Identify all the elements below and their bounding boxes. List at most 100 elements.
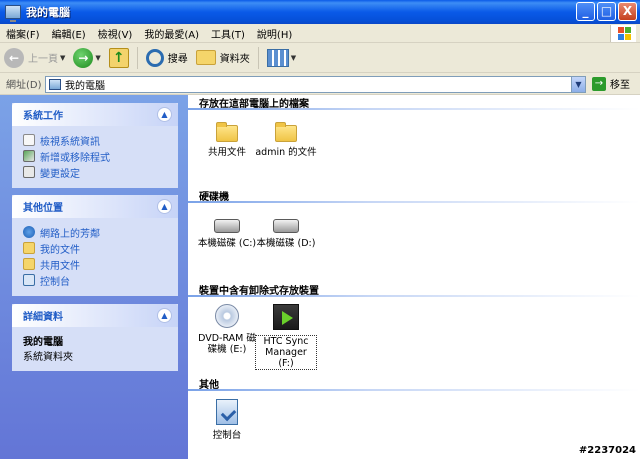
system-tasks-box: 系統工作 ▲ 檢視系統資訊 新增或移除程式 變更設定 bbox=[12, 103, 178, 188]
item-dvd-drive-e[interactable]: DVD-RAM 磁 碟機 (E:) bbox=[196, 304, 258, 355]
settings-icon bbox=[23, 166, 35, 178]
forward-arrow-icon: → bbox=[73, 47, 94, 68]
folders-button[interactable]: 資料夾 bbox=[192, 45, 254, 71]
details-title: 詳細資料 bbox=[23, 312, 63, 323]
chevron-down-icon[interactable]: ▼ bbox=[60, 54, 65, 62]
item-label: 本機磁碟 (C:) bbox=[197, 238, 257, 249]
add-remove-programs-icon bbox=[23, 150, 35, 162]
collapse-icon[interactable]: ▲ bbox=[157, 107, 172, 122]
collapse-icon[interactable]: ▲ bbox=[157, 308, 172, 323]
details-header[interactable]: 詳細資料 ▲ bbox=[12, 304, 178, 327]
close-button[interactable]: X bbox=[618, 2, 637, 21]
menu-edit[interactable]: 編輯(E) bbox=[46, 26, 92, 41]
my-computer-icon bbox=[5, 5, 21, 22]
title-bar: 我的電腦 _ □ X bbox=[0, 0, 640, 24]
watermark-text: #2237024 bbox=[578, 445, 636, 456]
chevron-down-icon[interactable]: ▼ bbox=[571, 77, 585, 92]
up-folder-icon: ↑ bbox=[108, 47, 129, 68]
back-label: 上一頁 bbox=[28, 54, 58, 65]
place-label: 網路上的芳鄰 bbox=[40, 228, 100, 240]
item-label-line1: HTC Sync bbox=[263, 336, 309, 347]
dvd-drive-icon bbox=[215, 304, 239, 328]
item-drive-c[interactable]: 本機磁碟 (C:) bbox=[196, 213, 258, 249]
group-divider bbox=[188, 389, 640, 391]
details-box: 詳細資料 ▲ 我的電腦 系統資料夾 bbox=[12, 304, 178, 371]
my-documents-icon bbox=[23, 242, 35, 254]
item-label-selected: HTC Sync Manager (F:) bbox=[255, 335, 317, 370]
item-admin-documents[interactable]: admin 的文件 bbox=[255, 121, 317, 158]
go-label: 移至 bbox=[610, 80, 630, 91]
task-view-system-info[interactable]: 檢視系統資訊 bbox=[23, 132, 167, 148]
content-area: 存放在這部電腦上的檔案 共用文件 admin 的文件 硬碟機 本機磁碟 (C:)… bbox=[188, 95, 640, 459]
place-label: 控制台 bbox=[40, 276, 70, 288]
place-my-documents[interactable]: 我的文件 bbox=[23, 240, 167, 256]
other-places-title: 其他位置 bbox=[23, 203, 63, 214]
folder-icon bbox=[275, 122, 297, 142]
place-label: 我的文件 bbox=[40, 244, 80, 256]
forward-button[interactable]: → ▼ bbox=[69, 45, 104, 71]
address-input[interactable]: 我的電腦 ▼ bbox=[45, 76, 586, 93]
group-divider bbox=[188, 295, 640, 297]
menu-help[interactable]: 說明(H) bbox=[251, 26, 298, 41]
other-places-header[interactable]: 其他位置 ▲ bbox=[12, 195, 178, 218]
window-controls: _ □ X bbox=[576, 2, 637, 21]
control-panel-icon bbox=[216, 399, 238, 425]
back-button[interactable]: ← 上一頁 ▼ bbox=[0, 45, 69, 71]
windows-logo-icon bbox=[610, 25, 636, 42]
item-label-line1: DVD-RAM 磁 bbox=[198, 333, 256, 344]
task-pane: 系統工作 ▲ 檢視系統資訊 新增或移除程式 變更設定 其他位置 ▲ 網路上的芳鄰… bbox=[0, 95, 188, 459]
hard-drive-icon bbox=[273, 219, 299, 233]
menu-tools[interactable]: 工具(T) bbox=[205, 26, 251, 41]
menu-favorites[interactable]: 我的最愛(A) bbox=[138, 26, 205, 41]
views-icon bbox=[266, 48, 289, 67]
item-label: 本機磁碟 (D:) bbox=[256, 238, 316, 249]
toolbar: ← 上一頁 ▼ → ▼ ↑ 搜尋 資料夾 ▼ bbox=[0, 43, 640, 73]
task-add-remove-programs[interactable]: 新增或移除程式 bbox=[23, 148, 167, 164]
place-network[interactable]: 網路上的芳鄰 bbox=[23, 224, 167, 240]
task-label: 檢視系統資訊 bbox=[40, 136, 100, 148]
control-panel-icon bbox=[23, 274, 35, 286]
go-button[interactable]: → 移至 bbox=[592, 76, 630, 91]
hard-drive-icon bbox=[214, 219, 240, 233]
menu-view[interactable]: 檢視(V) bbox=[92, 26, 139, 41]
item-label: 控制台 bbox=[212, 430, 242, 441]
task-label: 變更設定 bbox=[40, 168, 80, 180]
item-htc-sync-f[interactable]: HTC Sync Manager (F:) bbox=[255, 304, 317, 370]
place-shared-documents[interactable]: 共用文件 bbox=[23, 256, 167, 272]
go-arrow-icon: → bbox=[592, 76, 606, 91]
chevron-down-icon[interactable]: ▼ bbox=[95, 54, 100, 62]
item-drive-d[interactable]: 本機磁碟 (D:) bbox=[255, 213, 317, 249]
views-button[interactable]: ▼ bbox=[263, 45, 300, 71]
address-bar: 網址(D) 我的電腦 ▼ → 移至 bbox=[0, 73, 640, 95]
folder-icon bbox=[216, 122, 238, 142]
folders-label: 資料夾 bbox=[219, 54, 250, 65]
task-label: 新增或移除程式 bbox=[40, 152, 110, 164]
search-button[interactable]: 搜尋 bbox=[142, 45, 192, 71]
place-label: 共用文件 bbox=[40, 260, 80, 272]
task-change-setting[interactable]: 變更設定 bbox=[23, 164, 167, 180]
up-folder-button[interactable]: ↑ bbox=[105, 45, 133, 71]
item-control-panel[interactable]: 控制台 bbox=[196, 399, 258, 441]
item-label-line2: Manager (F:) bbox=[265, 347, 307, 369]
menu-file[interactable]: 檔案(F) bbox=[0, 26, 46, 41]
item-label: admin 的文件 bbox=[255, 147, 317, 158]
item-label: 共用文件 bbox=[207, 147, 246, 158]
system-info-icon bbox=[23, 134, 35, 146]
system-tasks-header[interactable]: 系統工作 ▲ bbox=[12, 103, 178, 126]
network-icon bbox=[23, 226, 35, 238]
collapse-icon[interactable]: ▲ bbox=[157, 199, 172, 214]
search-label: 搜尋 bbox=[167, 54, 188, 65]
my-computer-icon bbox=[49, 79, 61, 90]
details-name: 我的電腦 bbox=[23, 337, 63, 348]
chevron-down-icon[interactable]: ▼ bbox=[291, 54, 296, 62]
back-arrow-icon: ← bbox=[4, 47, 24, 68]
place-control-panel[interactable]: 控制台 bbox=[23, 272, 167, 288]
search-icon bbox=[145, 48, 164, 67]
address-label: 網址(D) bbox=[6, 80, 42, 91]
item-shared-documents[interactable]: 共用文件 bbox=[196, 121, 258, 158]
window-title: 我的電腦 bbox=[26, 6, 70, 19]
maximize-button[interactable]: □ bbox=[597, 2, 616, 21]
address-value: 我的電腦 bbox=[65, 81, 105, 92]
other-places-box: 其他位置 ▲ 網路上的芳鄰 我的文件 共用文件 控制台 bbox=[12, 195, 178, 296]
minimize-button[interactable]: _ bbox=[576, 2, 595, 21]
